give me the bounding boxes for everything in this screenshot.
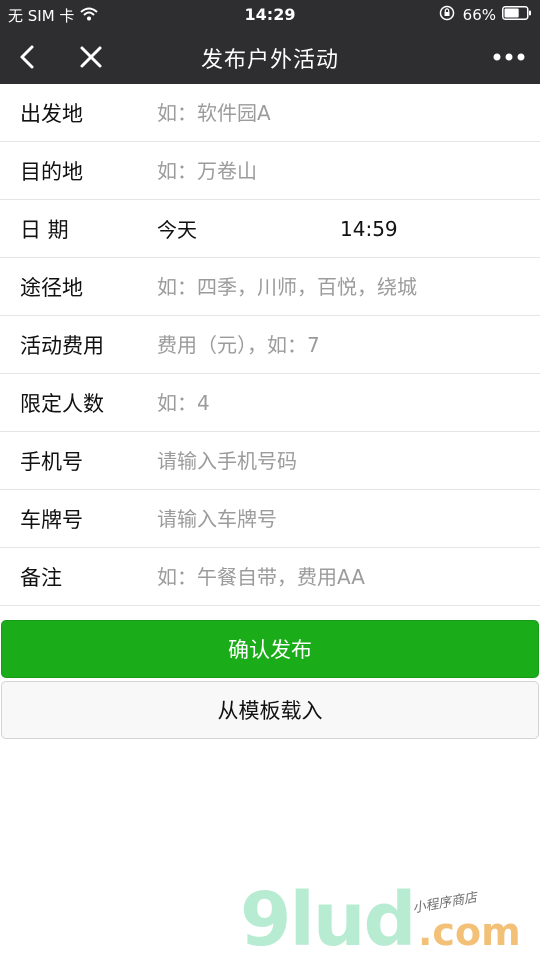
waypoints-input[interactable]: [157, 268, 530, 305]
time-picker[interactable]: 14:59: [340, 217, 398, 241]
watermark-brand: 9lud: [240, 877, 417, 960]
status-right: 66%: [439, 5, 532, 25]
waypoints-label: 途径地: [20, 275, 83, 300]
destination-label: 目的地: [20, 159, 83, 184]
watermark-suffix: .com: [418, 910, 521, 954]
date-picker[interactable]: 今天: [157, 214, 197, 243]
fee-input[interactable]: [157, 326, 530, 363]
more-dots-icon: [493, 53, 525, 61]
row-departure: 出发地: [0, 84, 540, 142]
phone-input[interactable]: [157, 442, 530, 479]
activity-form: 出发地 目的地 日 期 今天 14:59 途径地 活动费用 限定人数 手机号: [0, 84, 540, 606]
nav-bar: 发布户外活动: [0, 30, 540, 84]
fee-label: 活动费用: [20, 333, 104, 358]
page-title: 发布户外活动: [200, 48, 339, 73]
row-destination: 目的地: [0, 142, 540, 200]
phone-label: 手机号: [20, 449, 83, 474]
destination-input[interactable]: [157, 152, 530, 189]
battery-icon: [502, 6, 532, 24]
status-bar: 无 SIM 卡 14:29 66%: [0, 0, 540, 30]
date-label: 日 期: [20, 217, 69, 242]
row-waypoints: 途径地: [0, 258, 540, 316]
plate-input[interactable]: [157, 500, 530, 537]
limit-input[interactable]: [157, 384, 530, 421]
orientation-lock-icon: [439, 5, 455, 25]
plate-label: 车牌号: [20, 507, 83, 532]
remark-input[interactable]: [157, 558, 530, 595]
row-remark: 备注: [0, 548, 540, 606]
departure-input[interactable]: [157, 94, 530, 131]
battery-percent: 66%: [462, 6, 496, 24]
row-limit: 限定人数: [0, 374, 540, 432]
load-template-button[interactable]: 从模板载入: [1, 681, 539, 739]
more-button[interactable]: [492, 42, 526, 72]
limit-label: 限定人数: [20, 391, 104, 416]
row-date: 日 期 今天 14:59: [0, 200, 540, 258]
page: 无 SIM 卡 14:29 66% 发布户外活动 出发地 如：软件园A 目的地 …: [0, 0, 540, 960]
row-plate: 车牌号: [0, 490, 540, 548]
remark-label: 备注: [20, 565, 62, 590]
confirm-publish-button[interactable]: 确认发布: [1, 620, 539, 678]
departure-label: 出发地: [20, 101, 83, 126]
watermark-logo: 9lud 小程序商店 .com: [240, 880, 530, 960]
row-phone: 手机号: [0, 432, 540, 490]
row-fee: 活动费用: [0, 316, 540, 374]
